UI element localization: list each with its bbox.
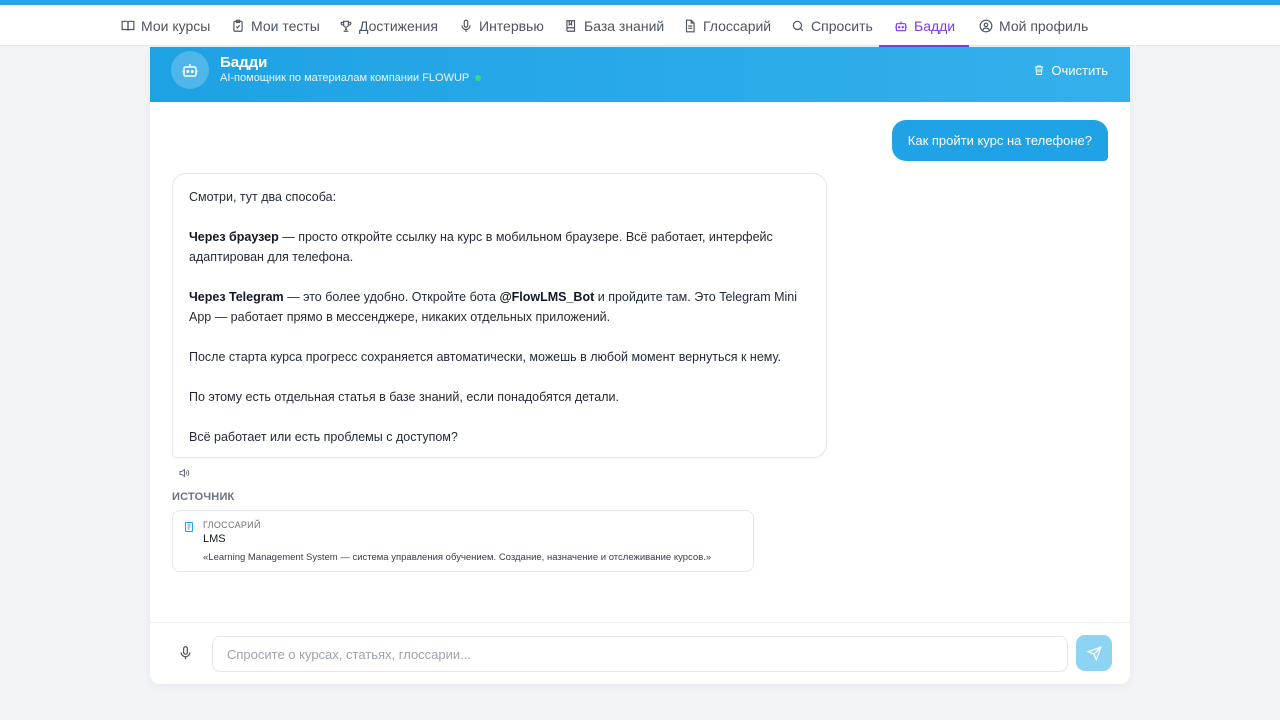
send-button[interactable] <box>1076 635 1112 671</box>
nav-item-glossary[interactable]: Глоссарий <box>683 5 771 46</box>
nav-item-achievements[interactable]: Достижения <box>339 5 438 46</box>
bot-icon <box>895 20 907 31</box>
nav-item-label: Интервью <box>479 17 544 34</box>
bot-paragraph: Через браузер — просто откройте ссылку н… <box>189 227 810 267</box>
bot-paragraph: По этому есть отдельная статья в базе зн… <box>189 390 619 404</box>
bold-text: Через браузер <box>189 230 279 244</box>
bot-paragraph: Смотри, тут два способа: <box>189 190 337 204</box>
nav-item-label: Спросить <box>811 17 873 34</box>
speaker-icon[interactable] <box>178 467 190 479</box>
clear-chat-label: Очистить <box>1051 62 1108 78</box>
bot-paragraph: Через Telegram — это более удобно. Откро… <box>189 287 810 327</box>
bot-subtitle: AI-помощник по материалам компании FLOWU… <box>220 72 470 84</box>
user-message-text: Как пройти курс на телефоне? <box>907 133 1092 148</box>
bot-icon <box>182 64 198 77</box>
source-title: LMS <box>203 533 226 545</box>
bold-text: Через Telegram <box>189 290 284 304</box>
bot-handle: @FlowLMS_Bot <box>499 290 595 304</box>
glossary-book-icon <box>185 522 193 532</box>
search-icon <box>792 20 804 31</box>
bot-avatar <box>171 51 209 89</box>
source-description: «Learning Management System — система уп… <box>203 552 712 563</box>
nav-item-my-courses[interactable]: Мои курсы <box>121 5 210 46</box>
nav-item-my-tests[interactable]: Мои тесты <box>231 5 320 46</box>
chat-card: Бадди AI-помощник по материалам компании… <box>150 47 1130 684</box>
file-text-icon <box>685 19 695 32</box>
trash-icon <box>1035 65 1044 75</box>
bot-paragraph: Всё работает или есть проблемы с доступо… <box>189 430 458 444</box>
book-open-icon <box>121 20 135 31</box>
nav-item-ask[interactable]: Спросить <box>791 5 873 46</box>
user-message-bubble: Как пройти курс на телефоне? <box>891 120 1108 161</box>
nav-item-buddy[interactable]: Бадди <box>878 5 970 47</box>
nav-item-label: Глоссарий <box>703 17 772 34</box>
microphone-icon[interactable] <box>178 645 193 661</box>
nav-item-label: Мои курсы <box>141 17 211 34</box>
microphone-icon <box>461 19 471 32</box>
chat-header: Бадди AI-помощник по материалам компании… <box>150 47 1130 102</box>
message-input-bar <box>150 622 1130 684</box>
book-icon <box>566 19 576 32</box>
bot-subtitle-row: AI-помощник по материалам компании FLOWU… <box>220 72 482 84</box>
online-status-dot <box>475 75 482 81</box>
clear-chat-button[interactable]: Очистить <box>1033 61 1108 79</box>
nav-item-interview[interactable]: Интервью <box>459 5 544 46</box>
nav-item-knowledge-base[interactable]: База знаний <box>564 5 664 46</box>
clipboard-check-icon <box>233 19 243 32</box>
bot-message-bubble: Смотри, тут два способа: Через браузер —… <box>172 173 827 458</box>
nav-item-label: Достижения <box>359 17 438 34</box>
nav-item-label: Мой профиль <box>999 17 1089 34</box>
source-type: ГЛОССАРИЙ <box>203 520 261 530</box>
message-input[interactable] <box>212 636 1068 672</box>
nav-item-label: Бадди <box>914 17 956 34</box>
bot-paragraph: После старта курса прогресс сохраняется … <box>189 350 781 364</box>
nav-item-my-profile[interactable]: Мой профиль <box>979 5 1088 46</box>
send-icon <box>1086 645 1102 661</box>
source-card[interactable]: ГЛОССАРИЙ LMS «Learning Management Syste… <box>172 510 754 572</box>
bot-name: Бадди <box>220 54 268 71</box>
user-circle-icon <box>979 19 993 32</box>
nav-item-label: База знаний <box>584 17 665 34</box>
main-nav: Мои курсы Мои тесты Достижения Интервью … <box>0 5 1280 47</box>
trophy-icon <box>340 20 352 32</box>
paragraph-text: — это более удобно. Откройте бота <box>283 290 500 304</box>
nav-item-label: Мои тесты <box>251 17 320 34</box>
source-label: ИСТОЧНИК <box>172 491 235 503</box>
